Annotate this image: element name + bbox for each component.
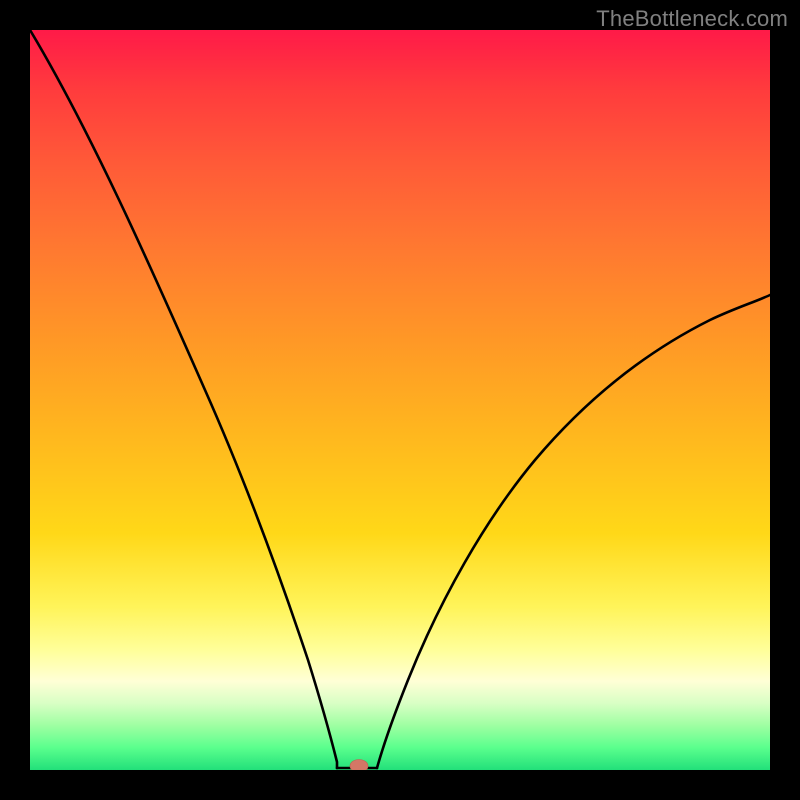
chart-frame: TheBottleneck.com (0, 0, 800, 800)
curve-left (30, 30, 337, 768)
curve-right (377, 295, 770, 768)
watermark-text: TheBottleneck.com (596, 6, 788, 32)
bottleneck-curve (30, 30, 770, 770)
min-marker (350, 760, 368, 771)
plot-area (30, 30, 770, 770)
